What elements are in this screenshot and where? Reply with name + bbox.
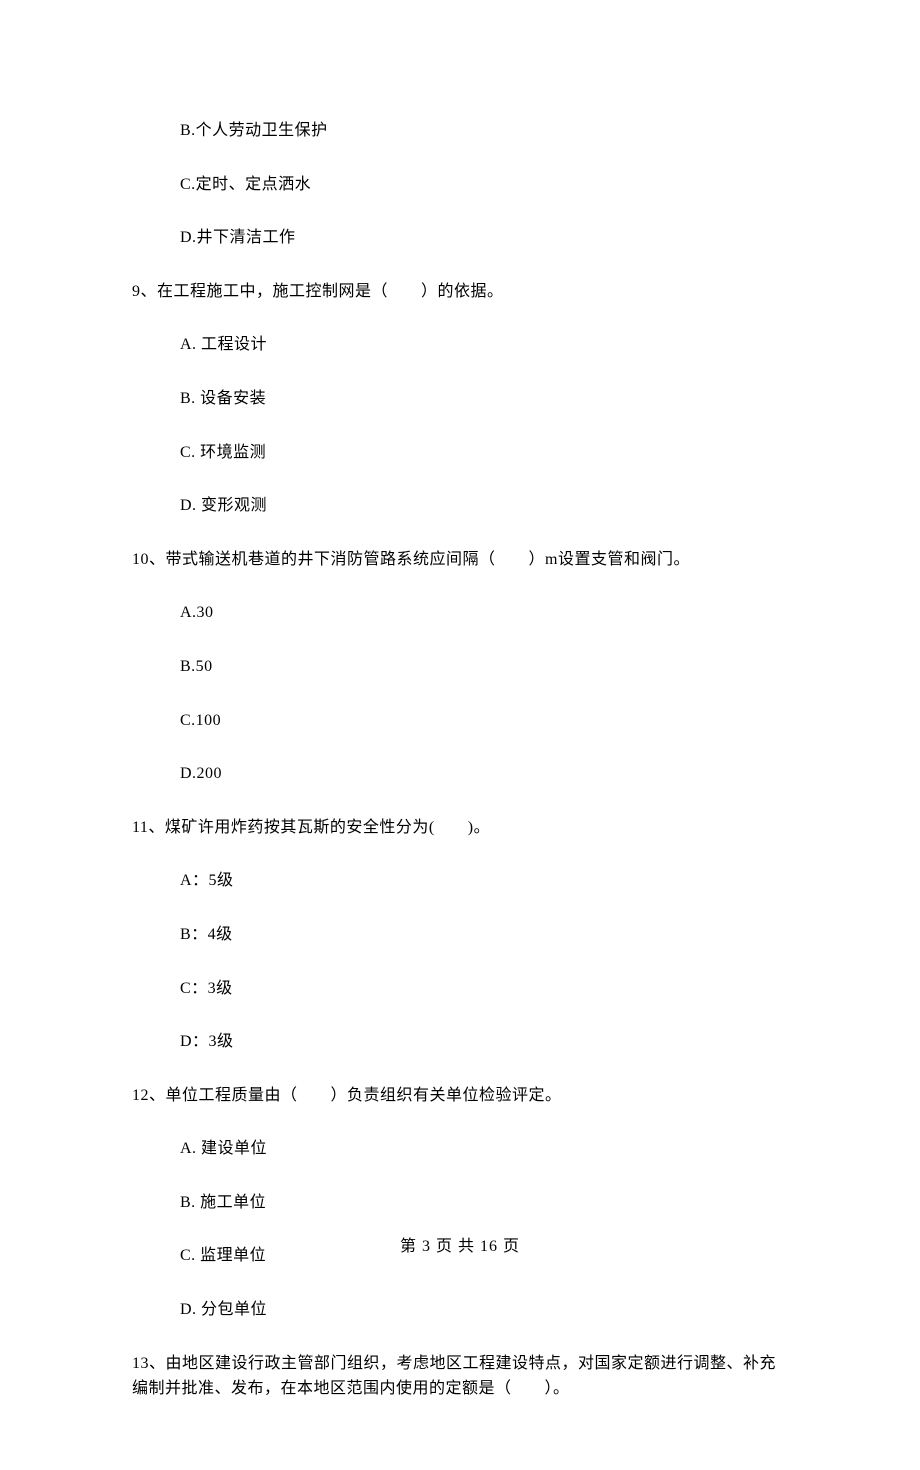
q11-option-a: A：5级 bbox=[180, 868, 788, 894]
q9-option-b: B. 设备安装 bbox=[180, 386, 788, 412]
q10-option-d: D.200 bbox=[180, 761, 788, 787]
q12-option-d: D. 分包单位 bbox=[180, 1297, 788, 1323]
q11-text: 11、煤矿许用炸药按其瓦斯的安全性分为( )。 bbox=[132, 815, 788, 841]
q8-option-c: C.定时、定点洒水 bbox=[180, 172, 788, 198]
q10-option-c: C.100 bbox=[180, 708, 788, 734]
q12-text: 12、单位工程质量由（ ）负责组织有关单位检验评定。 bbox=[132, 1083, 788, 1109]
q9-option-a: A. 工程设计 bbox=[180, 332, 788, 358]
page-footer: 第 3 页 共 16 页 bbox=[0, 1234, 920, 1260]
q11-option-b: B：4级 bbox=[180, 922, 788, 948]
q11-option-d: D：3级 bbox=[180, 1029, 788, 1055]
q9-text: 9、在工程施工中，施工控制网是（ ）的依据。 bbox=[132, 279, 788, 305]
q10-option-b: B.50 bbox=[180, 654, 788, 680]
q12-option-a: A. 建设单位 bbox=[180, 1136, 788, 1162]
q8-option-d: D.井下清洁工作 bbox=[180, 225, 788, 251]
q9-option-c: C. 环境监测 bbox=[180, 440, 788, 466]
q10-option-a: A.30 bbox=[180, 600, 788, 626]
q8-option-b: B.个人劳动卫生保护 bbox=[180, 118, 788, 144]
q13-text: 13、由地区建设行政主管部门组织，考虑地区工程建设特点，对国家定额进行调整、补充… bbox=[132, 1351, 788, 1402]
q10-text: 10、带式输送机巷道的井下消防管路系统应间隔（ ）m设置支管和阀门。 bbox=[132, 547, 788, 573]
q12-option-b: B. 施工单位 bbox=[180, 1190, 788, 1216]
q9-option-d: D. 变形观测 bbox=[180, 493, 788, 519]
q11-option-c: C：3级 bbox=[180, 976, 788, 1002]
